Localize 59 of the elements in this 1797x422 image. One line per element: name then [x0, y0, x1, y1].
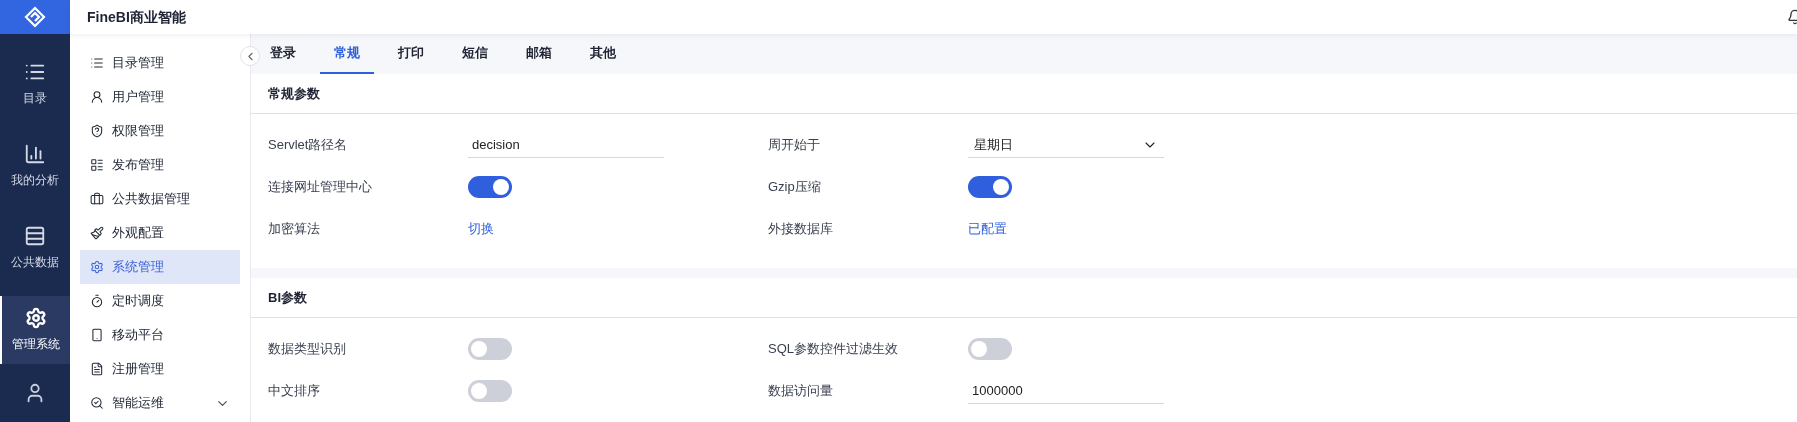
section-title: BI参数	[268, 288, 307, 307]
sidebar-item[interactable]: 移动平台	[80, 318, 240, 352]
sidebar-item[interactable]: 定时调度	[80, 284, 240, 318]
text-field[interactable]: decision	[468, 132, 664, 158]
tab[interactable]: 短信	[448, 34, 502, 74]
field-label: Gzip压缩	[768, 178, 822, 197]
sidebar-item[interactable]: 发布管理	[80, 148, 240, 182]
tab[interactable]: 登录	[256, 34, 310, 74]
document-icon	[90, 362, 104, 376]
nav-item[interactable]: 公共数据	[0, 214, 70, 282]
nav-item[interactable]: 我的分析	[0, 132, 70, 200]
toggle-switch[interactable]	[468, 338, 512, 360]
settings-icon	[90, 260, 104, 274]
timer-icon	[90, 294, 104, 308]
toggle-switch[interactable]	[968, 338, 1012, 360]
field-label: SQL参数控件过滤生效	[768, 340, 899, 359]
phone-icon	[90, 328, 104, 342]
field-label: 连接网址管理中心	[268, 178, 373, 197]
user-icon	[90, 90, 104, 104]
sidebar-item[interactable]: 权限管理	[80, 114, 240, 148]
sidebar-item[interactable]: 用户管理	[80, 80, 240, 114]
collapse-button[interactable]	[240, 46, 260, 66]
shield-icon	[90, 124, 104, 138]
sidebar-item[interactable]: 公共数据管理	[80, 182, 240, 216]
tab[interactable]: 其他	[576, 34, 630, 74]
toggle-switch[interactable]	[968, 176, 1012, 198]
sidebar-item[interactable]: 智能运维	[80, 386, 240, 420]
toggle-switch[interactable]	[468, 380, 512, 402]
field-label: 外接数据库	[768, 220, 834, 239]
field-label: 数据访问量	[768, 382, 834, 401]
link[interactable]: 切换	[468, 219, 494, 239]
stack-icon	[24, 225, 46, 247]
layout-icon	[90, 158, 104, 172]
tab[interactable]: 打印	[384, 34, 438, 74]
sidebar-item[interactable]: 注册管理	[80, 352, 240, 386]
field-label: 数据类型识别	[268, 340, 347, 359]
sidebar-item[interactable]: 外观配置	[80, 216, 240, 250]
search-icon	[90, 396, 104, 410]
field-label: 加密算法	[268, 220, 321, 239]
app-title: FineBI商业智能	[87, 7, 186, 27]
toggle-switch[interactable]	[468, 176, 512, 198]
briefcase-icon	[90, 192, 104, 206]
field-label: 周开始于	[768, 136, 821, 155]
sidebar-item[interactable]: 目录管理	[80, 46, 240, 80]
week-select[interactable]: 星期日	[968, 132, 1164, 158]
chart-icon	[24, 143, 46, 165]
link[interactable]: 已配置	[968, 219, 1007, 239]
nav-item[interactable]: 管理系统	[0, 296, 70, 364]
section-title: 常规参数	[268, 84, 320, 103]
list-icon	[90, 56, 104, 70]
nav-item[interactable]: 目录	[0, 50, 70, 118]
sidebar-item[interactable]: 系统管理	[80, 250, 240, 284]
field-label: Servlet路径名	[268, 136, 349, 155]
logo-icon	[23, 5, 47, 29]
field-label: 中文排序	[268, 382, 321, 401]
tab[interactable]: 邮箱	[512, 34, 566, 74]
brush-icon	[90, 226, 104, 240]
gear-icon	[25, 307, 47, 329]
text-field[interactable]: 1000000	[968, 378, 1164, 404]
